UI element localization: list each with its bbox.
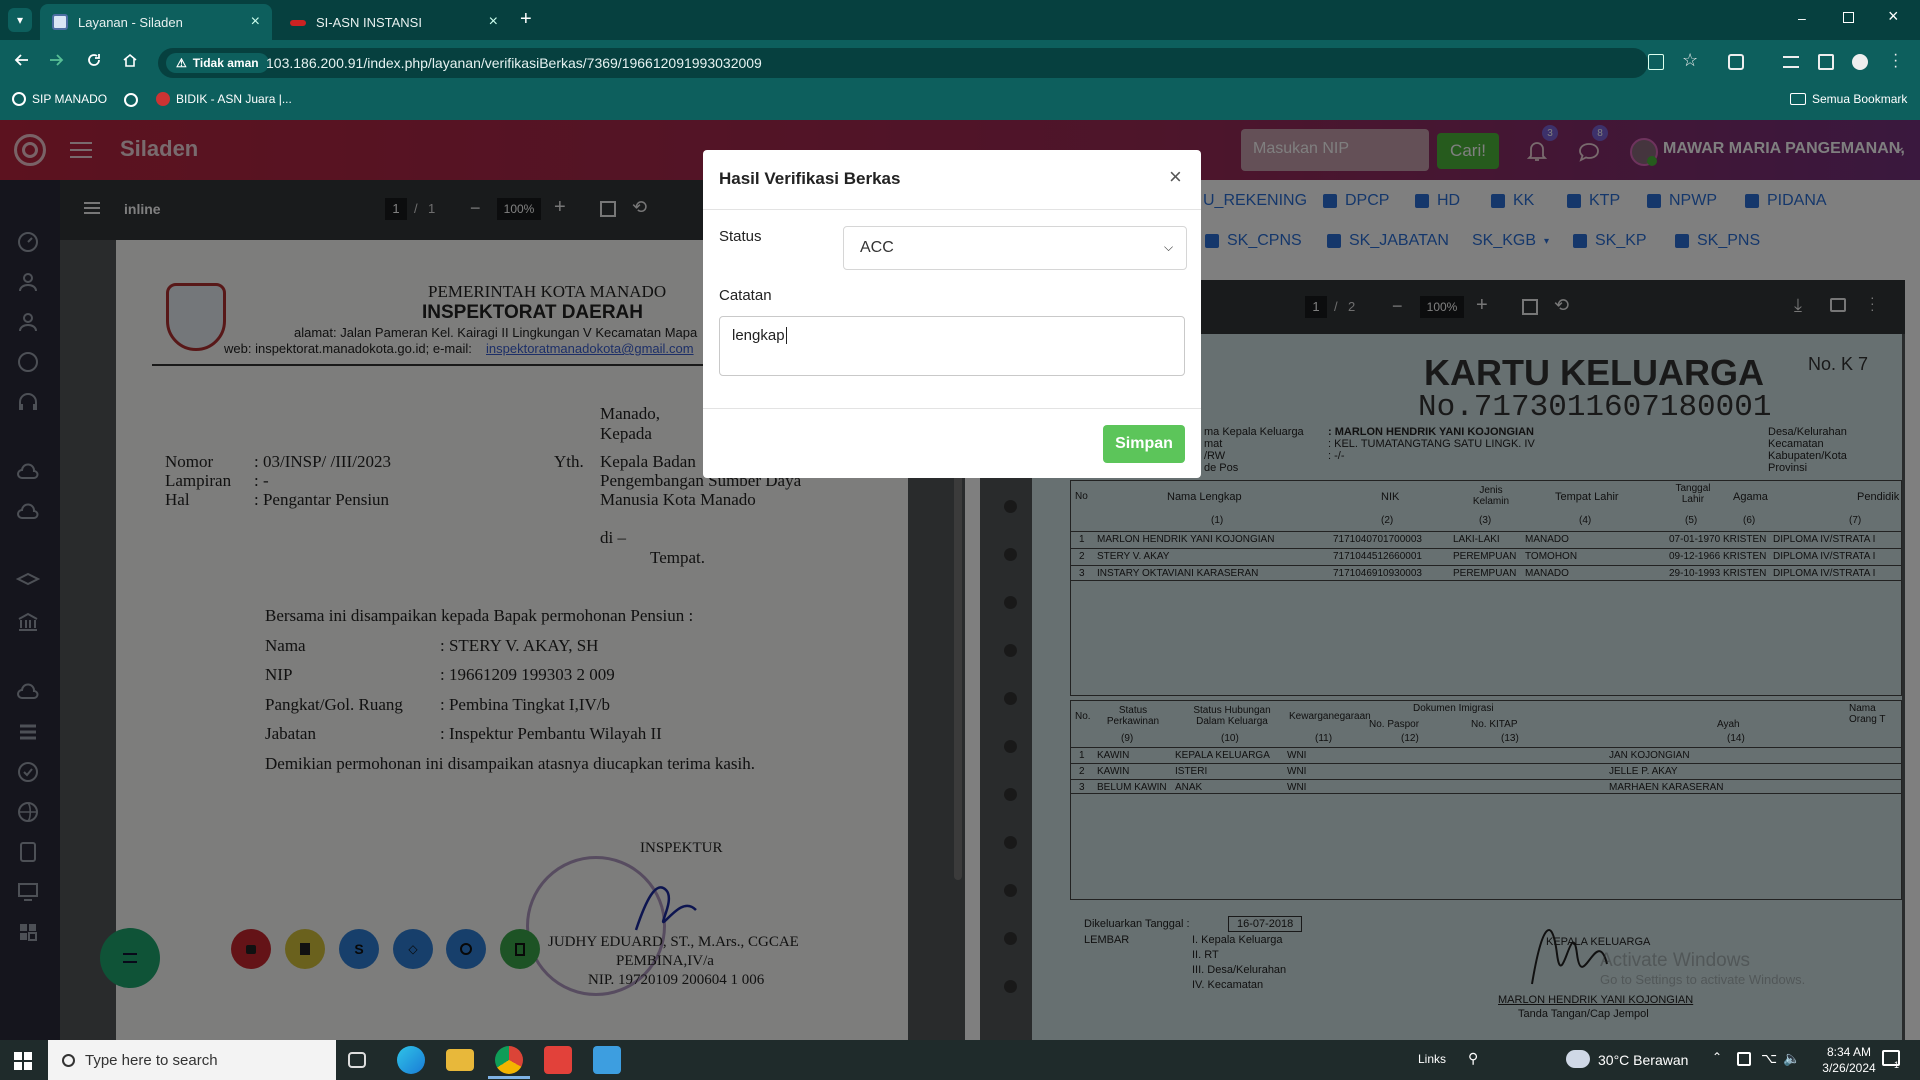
side-panel-icon[interactable] xyxy=(1818,54,1834,70)
notes-text: lengkap xyxy=(732,327,785,344)
wifi-icon[interactable]: ⌥ xyxy=(1761,1050,1777,1067)
bookmark-star-icon[interactable]: ☆ xyxy=(1682,50,1698,71)
clock-time[interactable]: 8:34 AM xyxy=(1814,1045,1884,1059)
bookmark-sip-manado[interactable]: SIP MANADO xyxy=(12,92,107,106)
all-bookmarks[interactable]: Semua Bookmark xyxy=(1790,92,1907,106)
modal-title: Hasil Verifikasi Berkas xyxy=(719,169,901,188)
task-view-icon[interactable] xyxy=(348,1052,366,1068)
siladen-favicon-icon xyxy=(52,14,68,30)
text-cursor xyxy=(785,327,787,344)
bookmark-bidik[interactable]: BIDIK - ASN Juara |... xyxy=(156,92,292,106)
save-button[interactable]: Simpan xyxy=(1103,425,1185,463)
windows-start-icon[interactable] xyxy=(14,1052,32,1070)
globe-icon[interactable] xyxy=(124,93,138,107)
notes-label: Catatan xyxy=(719,287,772,304)
clock-date[interactable]: 3/26/2024 xyxy=(1814,1061,1884,1075)
tab-title: SI-ASN INSTANSI xyxy=(316,14,422,30)
url-bar[interactable]: ⚠ Tidak aman 103.186.200.91/index.php/la… xyxy=(158,48,1698,78)
globe-icon xyxy=(12,92,26,106)
tablet-icon[interactable] xyxy=(1737,1052,1751,1066)
menu-dots-icon[interactable]: · · · xyxy=(1893,47,1898,75)
bidik-favicon-icon xyxy=(156,92,170,106)
close-tab-icon[interactable]: × xyxy=(251,13,260,31)
browser-tab-strip: ▾ Layanan - Siladen × SI-ASN INSTANSI × … xyxy=(0,0,1920,40)
profile-icon[interactable] xyxy=(1852,54,1868,70)
extensions-icon[interactable] xyxy=(1728,54,1744,70)
notification-count-badge: 1 xyxy=(1894,1060,1900,1070)
taskbar-search-box[interactable]: Type here to search xyxy=(48,1040,336,1080)
restore-icon[interactable] xyxy=(1843,12,1854,23)
notes-textarea[interactable]: lengkap xyxy=(719,316,1185,376)
forward-icon[interactable] xyxy=(44,48,68,72)
folder-icon xyxy=(1790,93,1806,105)
file-explorer-icon[interactable] xyxy=(446,1049,474,1071)
si-asn-favicon-icon xyxy=(290,20,306,26)
search-icon xyxy=(62,1053,75,1067)
chevron-up-icon[interactable]: ⌃ xyxy=(1712,1050,1722,1064)
bookmark-label: SIP MANADO xyxy=(32,92,108,106)
edge-browser-icon[interactable] xyxy=(397,1046,425,1074)
calculator-icon[interactable] xyxy=(593,1046,621,1074)
not-secure-label: Tidak aman xyxy=(192,56,259,70)
anydesk-icon[interactable] xyxy=(544,1046,572,1074)
home-icon[interactable] xyxy=(118,48,142,72)
weather-text[interactable]: 30°C Berawan xyxy=(1598,1052,1688,1068)
url-text[interactable]: 103.186.200.91/index.php/layanan/verifik… xyxy=(266,55,762,71)
chrome-icon[interactable] xyxy=(495,1046,523,1074)
status-select[interactable]: ACC ⌵ xyxy=(843,226,1187,270)
tab-list-button[interactable]: ▾ xyxy=(8,8,32,32)
taskbar-search-placeholder: Type here to search xyxy=(85,1051,218,1069)
warning-icon: ⚠ xyxy=(176,56,187,70)
back-icon[interactable] xyxy=(10,48,34,72)
status-label: Status xyxy=(719,228,762,245)
links-toolbar[interactable]: Links xyxy=(1418,1052,1446,1066)
close-window-icon[interactable]: × xyxy=(1888,6,1899,27)
modal-header: Hasil Verifikasi Berkas × xyxy=(703,150,1201,210)
tab-layanan-siladen[interactable]: Layanan - Siladen × xyxy=(40,4,272,40)
windows-taskbar: Type here to search Links ⚲ 30°C Berawan… xyxy=(0,1040,1920,1080)
bookmark-label: BIDIK - ASN Juara |... xyxy=(176,92,292,106)
close-tab-icon[interactable]: × xyxy=(489,13,498,31)
reload-icon[interactable] xyxy=(82,48,106,72)
bookmarks-bar: SIP MANADO BIDIK - ASN Juara |... Semua … xyxy=(0,84,1920,120)
minimize-icon[interactable]: – xyxy=(1798,10,1806,26)
new-tab-icon[interactable]: + xyxy=(520,8,532,31)
chevron-down-icon: ⌵ xyxy=(1164,240,1174,254)
modal-footer-divider xyxy=(703,408,1201,409)
status-selected-value: ACC xyxy=(860,239,894,256)
translate-icon[interactable] xyxy=(1648,54,1664,70)
verification-modal: Hasil Verifikasi Berkas × Status ACC ⌵ C… xyxy=(703,150,1201,478)
tab-title: Layanan - Siladen xyxy=(78,14,183,30)
close-icon[interactable]: × xyxy=(1169,164,1182,190)
media-icon[interactable] xyxy=(1783,56,1799,68)
people-icon[interactable]: ⚲ xyxy=(1468,1050,1478,1067)
volume-icon[interactable]: 🔈 xyxy=(1783,1050,1800,1067)
weather-icon[interactable] xyxy=(1566,1050,1590,1068)
active-app-indicator xyxy=(488,1076,530,1079)
all-bookmarks-label: Semua Bookmark xyxy=(1812,92,1908,106)
tab-si-asn-instansi[interactable]: SI-ASN INSTANSI × xyxy=(278,4,510,40)
not-secure-badge[interactable]: ⚠ Tidak aman xyxy=(166,53,269,73)
